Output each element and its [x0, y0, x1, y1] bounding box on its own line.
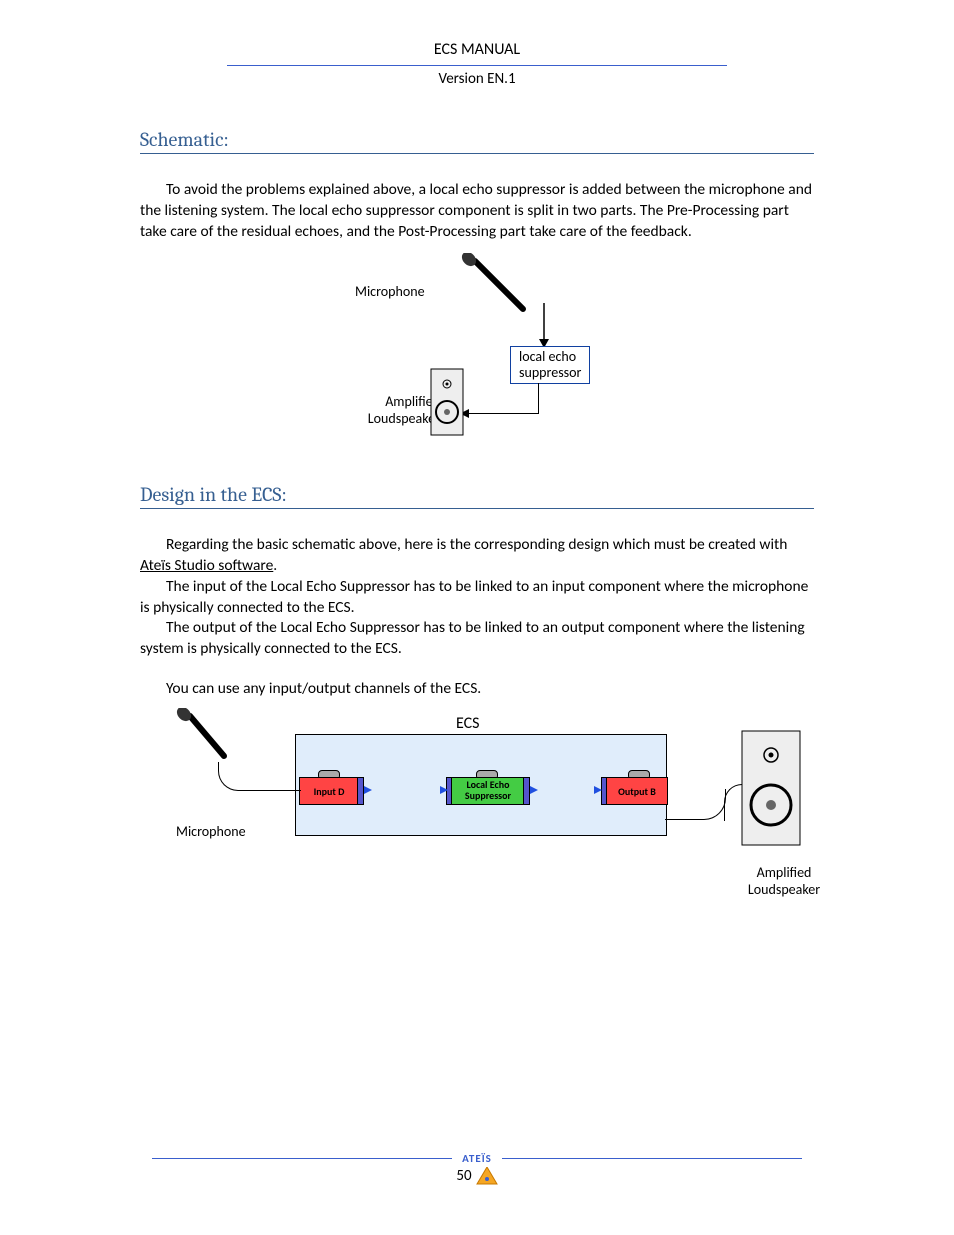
output-block: Output B: [606, 777, 668, 805]
design-para-2: The input of the Local Echo Suppressor h…: [140, 577, 814, 619]
page-footer: ATEÏS 50: [0, 1152, 954, 1185]
loudspeaker-icon: [740, 729, 804, 849]
diagram-mic-label: Microphone: [355, 283, 425, 300]
ecs-label: ECS: [456, 714, 480, 733]
brand-logo-text: ATEÏS: [462, 1152, 492, 1165]
local-echo-suppressor-box: local echo suppressor: [510, 346, 590, 384]
ecs-design-diagram: ECS Input D Local Echo Suppressor Output…: [140, 714, 814, 914]
design-para-3: The output of the Local Echo Suppressor …: [140, 618, 814, 660]
footer-rule: [152, 1158, 452, 1159]
port-nub: [357, 777, 364, 805]
connector-line: [538, 383, 539, 414]
arrow-down-icon: [538, 303, 550, 349]
design-para-4: You can use any input/output channels of…: [140, 679, 814, 700]
doc-title: ECS MANUAL: [227, 40, 727, 66]
port-nub: [523, 777, 530, 805]
schematic-para: To avoid the problems explained above, a…: [140, 180, 814, 243]
design-para-1: Regarding the basic schematic above, her…: [140, 535, 814, 577]
connector-wire: [218, 762, 301, 791]
microphone-icon: [451, 253, 531, 323]
footer-rule: [502, 1158, 802, 1159]
loudspeaker-icon: [430, 368, 466, 438]
section-schematic-heading: Schematic:: [140, 128, 814, 154]
diagram-mic-label: Microphone: [176, 823, 246, 840]
brand-logo-icon: [476, 1167, 498, 1185]
connector-line: [466, 413, 538, 414]
arrow-right-icon: [530, 786, 540, 796]
arrow-right-icon: [364, 786, 374, 796]
page-number: 50: [456, 1167, 471, 1185]
diagram-amp-label: Amplified Loudspeaker: [330, 393, 440, 427]
doc-version: Version EN.1: [140, 70, 814, 88]
arrow-right-icon: [594, 786, 604, 796]
connector-wire: [665, 789, 726, 820]
section-design-heading: Design in the ECS:: [140, 483, 814, 509]
input-block: Input D: [299, 777, 359, 805]
diagram-amp-label: Amplified Loudspeaker: [739, 864, 829, 898]
schematic-diagram: Microphone Amplified Loudspeaker local e…: [140, 253, 814, 463]
arrow-right-icon: [440, 786, 450, 796]
local-echo-suppressor-block: Local Echo Suppressor: [451, 777, 525, 805]
